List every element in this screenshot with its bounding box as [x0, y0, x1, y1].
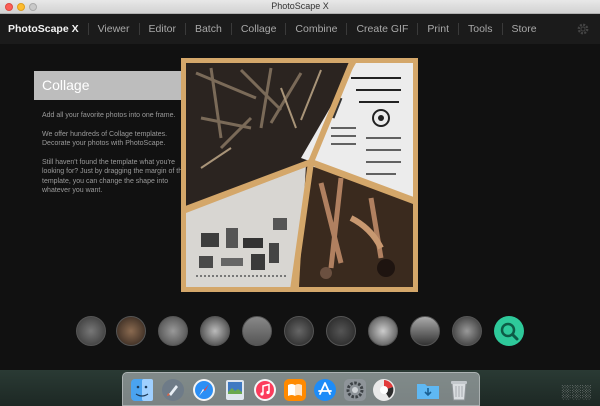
template-thumbnail[interactable] [242, 316, 272, 346]
template-thumbnail[interactable] [200, 316, 230, 346]
window-title: PhotoScape X [271, 1, 329, 11]
template-thumbnail[interactable] [368, 316, 398, 346]
trash-icon[interactable] [447, 378, 471, 402]
launchpad-icon[interactable] [161, 378, 185, 402]
description-paragraph: Still haven't found the template what yo… [42, 158, 186, 195]
section-title: Collage [42, 77, 90, 93]
itunes-icon[interactable] [253, 378, 277, 402]
template-thumbnail[interactable] [326, 316, 356, 346]
gear-icon[interactable] [576, 22, 590, 36]
description-paragraph: We offer hundreds of Collage templates. … [42, 130, 168, 148]
menu-print[interactable]: Print [417, 23, 458, 35]
section-description: Add all your favorite photos into one fr… [42, 111, 190, 205]
template-thumbnail[interactable] [452, 316, 482, 346]
template-thumbnail[interactable] [410, 316, 440, 346]
menu-editor[interactable]: Editor [138, 23, 185, 35]
template-thumbnail[interactable] [284, 316, 314, 346]
downloads-folder-icon[interactable] [416, 378, 440, 402]
template-thumbnail[interactable] [76, 316, 106, 346]
photoscape-icon[interactable] [372, 378, 396, 402]
preview-icon[interactable] [223, 378, 247, 402]
menu-brand[interactable]: PhotoScape X [8, 23, 88, 35]
template-thumbnail[interactable] [158, 316, 188, 346]
menu-collage[interactable]: Collage [230, 23, 286, 35]
app-store-icon[interactable] [313, 378, 337, 402]
watermark: ░░░ [561, 384, 592, 399]
menu-combine[interactable]: Combine [285, 23, 346, 35]
menu-store[interactable]: Store [501, 23, 546, 35]
description-paragraph: Add all your favorite photos into one fr… [42, 112, 176, 119]
finder-icon[interactable] [130, 378, 154, 402]
safari-icon[interactable] [192, 378, 216, 402]
main-menu: PhotoScape X Viewer Editor Batch Collage… [0, 14, 600, 44]
collage-preview[interactable] [181, 58, 418, 292]
menu-tools[interactable]: Tools [457, 23, 502, 35]
menu-viewer[interactable]: Viewer [87, 23, 139, 35]
menu-batch[interactable]: Batch [184, 23, 231, 35]
search-button[interactable] [494, 316, 524, 346]
menu-create-gif[interactable]: Create GIF [346, 23, 417, 35]
app-window: PhotoScape X PhotoScape X Viewer Editor … [0, 0, 600, 370]
template-thumbnail[interactable] [116, 316, 146, 346]
system-preferences-icon[interactable] [343, 378, 367, 402]
ibooks-icon[interactable] [283, 378, 307, 402]
search-icon [500, 322, 519, 341]
title-bar: PhotoScape X [0, 0, 600, 14]
